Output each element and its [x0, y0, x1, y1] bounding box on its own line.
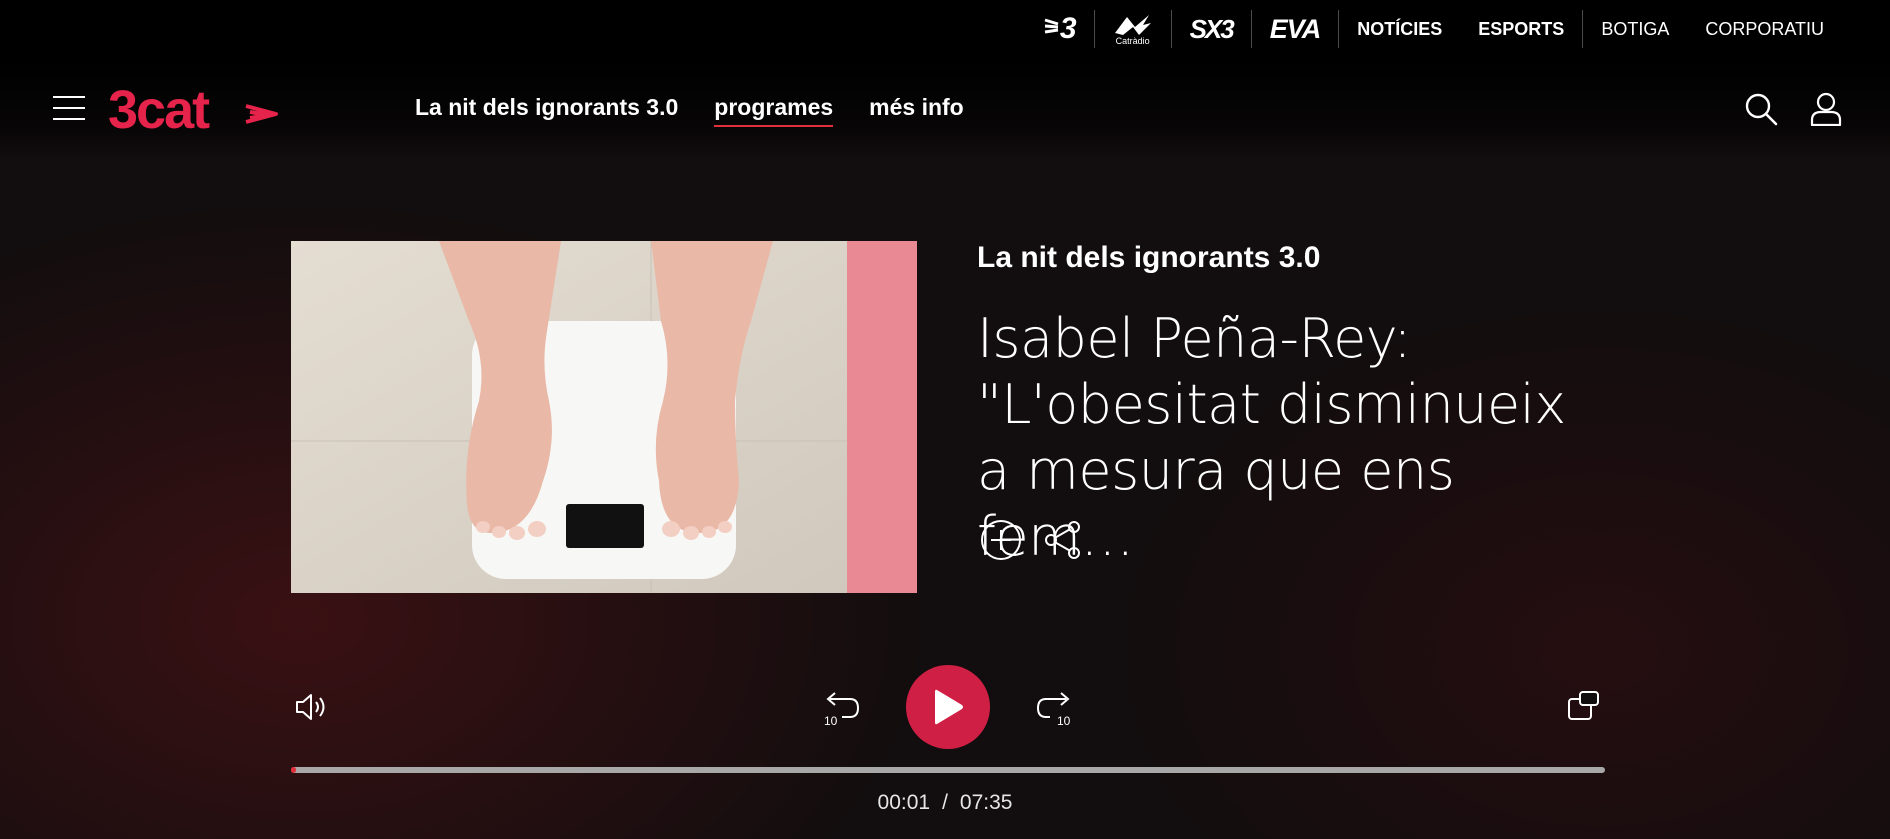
eva-logo[interactable]: EVA	[1252, 10, 1339, 48]
tv3-logo[interactable]: 3	[1026, 10, 1094, 48]
program-title[interactable]: La nit dels ignorants 3.0	[977, 241, 1320, 275]
nav-mes-info[interactable]: més info	[869, 94, 964, 127]
nav-program-home[interactable]: La nit dels ignorants 3.0	[415, 94, 678, 127]
total-duration: 07:35	[959, 791, 1013, 814]
share-icon[interactable]	[1042, 519, 1084, 561]
catradio-icon	[1114, 14, 1151, 35]
catradio-logo-text: Catràdio	[1115, 35, 1150, 46]
forward-10-label: 10	[1057, 714, 1071, 727]
program-nav: La nit dels ignorants 3.0 programes més …	[415, 94, 964, 127]
add-to-list-icon[interactable]	[980, 519, 1022, 561]
topbar-link-botiga[interactable]: BOTIGA	[1583, 10, 1687, 48]
current-time: 00:01	[877, 791, 931, 814]
channel-bar: 3 Catràdio SX3 EVA NOTÍCIES ESPORTS BOTI…	[0, 0, 1890, 58]
catradio-logo[interactable]: Catràdio	[1095, 10, 1171, 48]
tv3-logo-text: 3	[1059, 12, 1077, 45]
rewind-10-button[interactable]: 10	[820, 689, 860, 728]
progress-fill	[291, 767, 297, 773]
topbar-link-corporatiu[interactable]: CORPORATIU	[1687, 10, 1842, 48]
sx3-logo-text: SX3	[1189, 13, 1235, 44]
time-display: 00:01 / 07:35	[0, 791, 1890, 815]
search-icon[interactable]	[1744, 92, 1778, 126]
eva-logo-text: EVA	[1269, 13, 1322, 44]
brand-logo-text: 3cat	[108, 86, 210, 134]
main-header: 3cat La nit dels ignorants 3.0 programes…	[0, 58, 1890, 158]
rewind-10-label: 10	[824, 714, 838, 727]
volume-icon[interactable]	[293, 689, 331, 725]
play-button[interactable]	[906, 665, 990, 749]
user-icon[interactable]	[1809, 92, 1843, 127]
nav-programes[interactable]: programes	[714, 94, 834, 127]
progress-bar[interactable]	[291, 767, 1605, 773]
play-icon	[935, 689, 963, 725]
menu-icon[interactable]	[53, 96, 85, 120]
sx3-logo[interactable]: SX3	[1172, 10, 1251, 48]
popout-player-icon[interactable]	[1566, 689, 1602, 725]
tv3-mark-icon	[1044, 12, 1060, 46]
topbar-link-esports[interactable]: ESPORTS	[1460, 10, 1582, 48]
brand-logo[interactable]: 3cat	[108, 80, 284, 140]
topbar-link-noticies[interactable]: NOTÍCIES	[1339, 10, 1460, 48]
forward-10-button[interactable]: 10	[1036, 689, 1076, 728]
episode-thumbnail	[291, 241, 917, 593]
time-separator: /	[942, 791, 948, 814]
